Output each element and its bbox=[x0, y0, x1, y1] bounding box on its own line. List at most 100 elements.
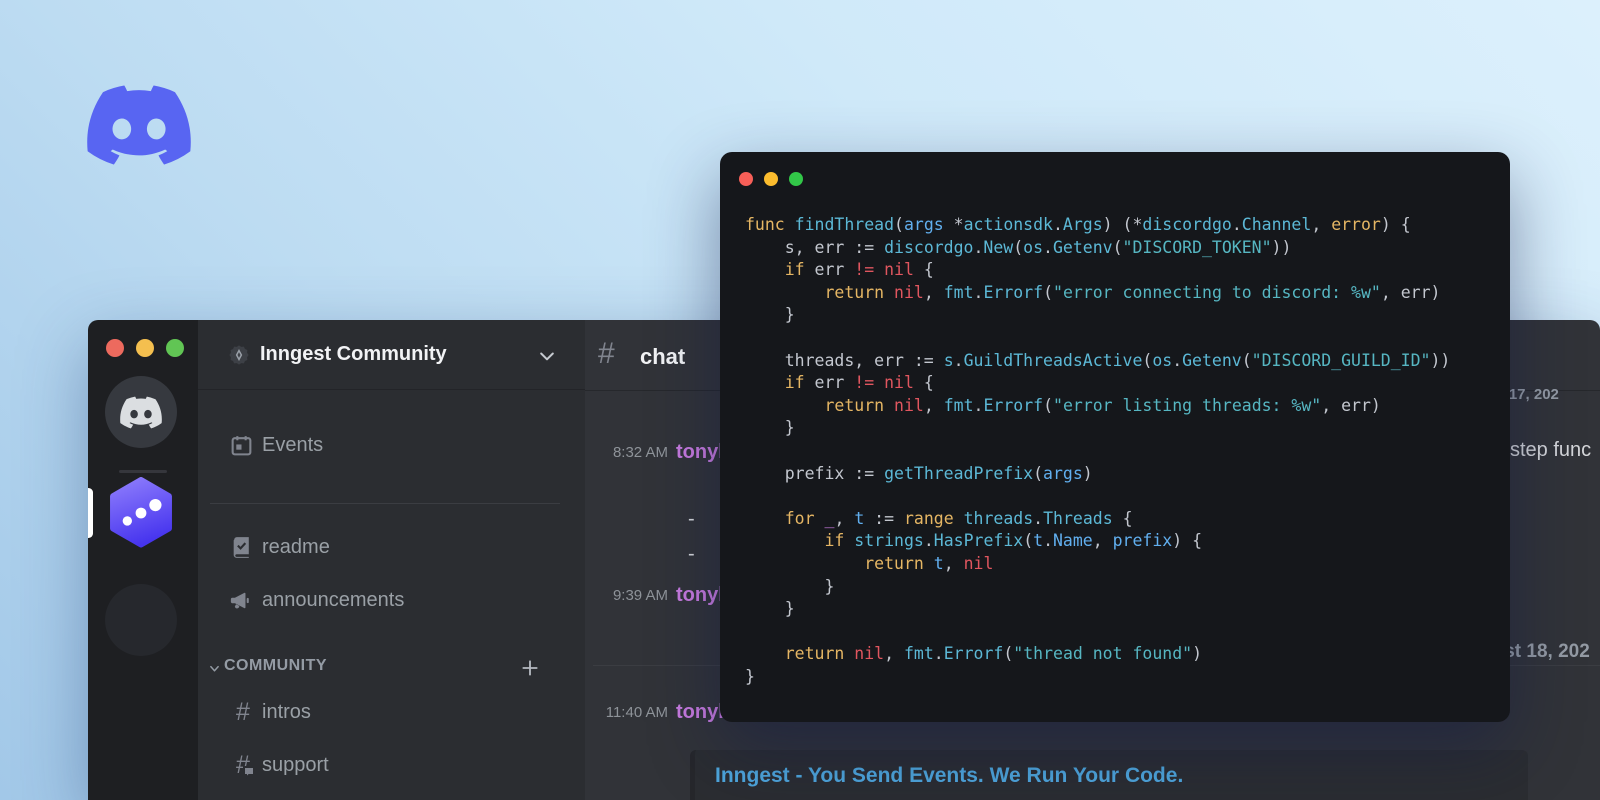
code-token: ( bbox=[1112, 237, 1123, 257]
minimize-button[interactable] bbox=[764, 172, 778, 186]
code-token: ( bbox=[1013, 237, 1024, 257]
sidebar-item-readme[interactable]: readme bbox=[198, 525, 585, 569]
sidebar-item-events[interactable]: Events bbox=[198, 423, 585, 467]
active-server-indicator bbox=[88, 488, 93, 538]
create-channel-plus-icon[interactable] bbox=[520, 658, 540, 678]
code-token: := bbox=[864, 508, 904, 528]
code-token: , bbox=[1092, 531, 1113, 551]
next-server-button[interactable] bbox=[105, 584, 177, 656]
code-token: ) bbox=[1192, 644, 1203, 664]
code-token: nil bbox=[894, 395, 924, 415]
code-token: , bbox=[1311, 215, 1332, 234]
code-token: fmt bbox=[943, 282, 974, 302]
code-token: args bbox=[1043, 463, 1083, 483]
discord-home-button[interactable] bbox=[105, 376, 177, 448]
code-token: ) bbox=[1082, 463, 1093, 483]
code-line: for _, t := range threads.Threads { bbox=[745, 508, 1450, 531]
code-line: if strings.HasPrefix(t.Name, prefix) { bbox=[745, 530, 1450, 553]
code-token: . bbox=[1052, 215, 1063, 234]
code-token: ( bbox=[1003, 644, 1014, 664]
code-token: , err) bbox=[1321, 395, 1381, 415]
chevron-down-icon bbox=[540, 352, 554, 361]
code-token: . bbox=[933, 644, 944, 664]
code-token: . bbox=[973, 395, 984, 415]
hashtag-chat-icon: # bbox=[230, 751, 256, 779]
server-header-dropdown[interactable]: Inngest Community bbox=[198, 320, 585, 390]
sidebar-item-announcements[interactable]: announcements bbox=[198, 578, 585, 622]
code-token: , bbox=[884, 644, 904, 664]
category-chevron-icon bbox=[210, 665, 219, 672]
code-line: } bbox=[745, 417, 1450, 440]
code-token: . bbox=[973, 282, 984, 302]
channel-hash-icon: # bbox=[598, 337, 615, 370]
code-token: ( bbox=[894, 215, 904, 234]
code-line: } bbox=[745, 304, 1450, 327]
code-token: GuildThreadsActive bbox=[963, 350, 1143, 370]
code-token: os bbox=[1023, 237, 1044, 257]
message-timestamp: 8:32 AM bbox=[612, 443, 668, 461]
server-name: Inngest Community bbox=[260, 343, 447, 365]
close-button[interactable] bbox=[739, 172, 753, 186]
code-token: for bbox=[784, 508, 815, 528]
code-token: . bbox=[973, 237, 984, 257]
code-token: err bbox=[804, 260, 855, 280]
bullet-dash: - bbox=[688, 543, 695, 565]
code-token: { bbox=[913, 373, 934, 393]
zoom-button[interactable] bbox=[789, 172, 803, 186]
code-token: Errorf bbox=[983, 395, 1044, 415]
hero-canvas: Inngest Community Events readme announce… bbox=[0, 0, 1600, 800]
code-token: { bbox=[913, 260, 934, 280]
code-token: Errorf bbox=[943, 644, 1004, 664]
code-token: "error listing threads: %w" bbox=[1053, 395, 1322, 415]
code-token: ) { bbox=[1380, 215, 1411, 234]
code-token: Args bbox=[1062, 215, 1103, 234]
window-controls bbox=[106, 339, 184, 357]
code-token: ( bbox=[1241, 350, 1252, 370]
book-check-icon bbox=[228, 534, 254, 560]
code-line: return nil, fmt.Errorf("thread not found… bbox=[745, 643, 1450, 666]
sidebar-item-support[interactable]: # support bbox=[198, 743, 585, 787]
code-token: nil bbox=[884, 373, 914, 393]
code-token: "DISCORD_GUILD_ID" bbox=[1251, 350, 1431, 370]
code-token: args bbox=[903, 215, 944, 234]
minimize-button[interactable] bbox=[136, 339, 154, 357]
code-token: actionsdk bbox=[963, 215, 1053, 234]
code-token: Getenv bbox=[1182, 350, 1242, 370]
code-token: ( bbox=[1023, 531, 1034, 551]
close-button[interactable] bbox=[106, 339, 124, 357]
code-token: s, err := bbox=[745, 237, 885, 257]
code-token: ( bbox=[1043, 282, 1054, 302]
code-token: . bbox=[1043, 237, 1053, 257]
code-token: ( bbox=[1142, 350, 1153, 370]
code-token: s bbox=[943, 350, 954, 370]
code-token: discordgo bbox=[884, 237, 974, 257]
zoom-button[interactable] bbox=[166, 339, 184, 357]
inngest-server-button[interactable] bbox=[105, 477, 177, 549]
code-token: * bbox=[943, 215, 964, 234]
sidebar-item-intros[interactable]: # intros bbox=[198, 690, 585, 734]
code-token: findThread bbox=[794, 215, 895, 234]
code-token: if bbox=[824, 531, 845, 551]
code-token: prefix := bbox=[745, 463, 885, 483]
code-token: if bbox=[784, 373, 805, 393]
code-token: getThreadPrefix bbox=[884, 463, 1034, 483]
category-community[interactable]: COMMUNITY bbox=[198, 654, 585, 682]
code-token: Getenv bbox=[1052, 237, 1113, 257]
code-token: } bbox=[745, 666, 755, 686]
code-token: . bbox=[1043, 531, 1053, 551]
code-token: prefix bbox=[1112, 531, 1173, 551]
embed-title-link[interactable]: Inngest - You Send Events. We Run Your C… bbox=[715, 764, 1508, 788]
code-token: . bbox=[923, 531, 934, 551]
code-token: , bbox=[834, 508, 855, 528]
code-token: discordgo bbox=[1142, 215, 1232, 234]
code-token: "error connecting to discord: %w" bbox=[1053, 282, 1381, 302]
